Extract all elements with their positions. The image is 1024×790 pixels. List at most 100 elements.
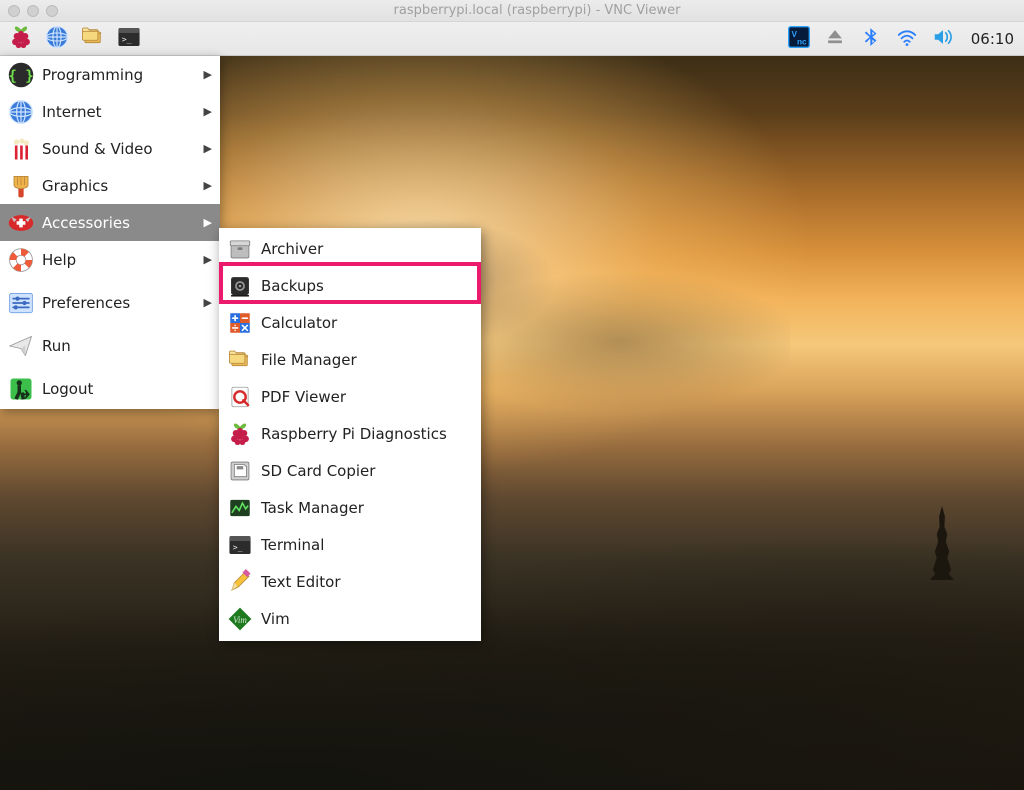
window-title: raspberrypi.local (raspberrypi) - VNC Vi… [58, 3, 1016, 18]
folders-icon [225, 345, 255, 375]
pencil-icon [225, 567, 255, 597]
tray-eject[interactable] [823, 27, 847, 51]
menu-item-sound-video[interactable]: Sound & Video ▶ [0, 130, 220, 167]
clock[interactable]: 06:10 [967, 30, 1014, 48]
submenu-item-vim[interactable]: Vim Vim [219, 600, 481, 637]
menu-item-programming[interactable]: { } Programming ▶ [0, 56, 220, 93]
raspberry-icon [8, 24, 34, 54]
terminal-icon: >_ [225, 530, 255, 560]
titlebar: raspberrypi.local (raspberrypi) - VNC Vi… [0, 0, 1024, 22]
archive-icon [225, 234, 255, 264]
submenu-item-file-manager[interactable]: File Manager [219, 341, 481, 378]
submenu-item-sd-card-copier[interactable]: SD Card Copier [219, 452, 481, 489]
menu-item-label: Programming [42, 66, 204, 84]
sliders-icon [6, 288, 36, 318]
menu-item-preferences[interactable]: Preferences ▶ [0, 284, 220, 321]
submenu-item-label: Task Manager [261, 499, 473, 517]
close-window-button[interactable] [8, 5, 20, 17]
remote-desktop[interactable]: >_ Vnc 06:10 { } Programming ▶ Internet ▶… [0, 22, 1024, 790]
taskman-icon [225, 493, 255, 523]
wifi-icon [896, 26, 918, 52]
menu-item-label: Logout [42, 380, 212, 398]
submenu-item-text-editor[interactable]: Text Editor [219, 563, 481, 600]
submenu-item-label: File Manager [261, 351, 473, 369]
launcher-web-browser[interactable] [42, 25, 72, 53]
menu-item-label: Internet [42, 103, 204, 121]
chevron-right-icon: ▶ [204, 216, 212, 229]
folders-icon [80, 24, 106, 54]
tray-bluetooth[interactable] [859, 27, 883, 51]
tray-vnc[interactable]: Vnc [787, 27, 811, 51]
menu-item-label: Run [42, 337, 212, 355]
globe-icon [6, 97, 36, 127]
paperplane-icon [6, 331, 36, 361]
taskbar-launchers: >_ [6, 25, 144, 53]
safe-icon [225, 271, 255, 301]
swiss-icon [6, 208, 36, 238]
menu-item-help[interactable]: Help ▶ [0, 241, 220, 278]
vim-icon: Vim [225, 604, 255, 634]
menu-item-internet[interactable]: Internet ▶ [0, 93, 220, 130]
taskbar-tray: Vnc 06:10 [787, 27, 1018, 51]
zoom-window-button[interactable] [46, 5, 58, 17]
chevron-right-icon: ▶ [204, 142, 212, 155]
globe-icon [44, 24, 70, 54]
window-controls [8, 5, 58, 17]
launcher-file-manager[interactable] [78, 25, 108, 53]
terminal-icon: >_ [116, 24, 142, 54]
submenu-item-label: Calculator [261, 314, 473, 332]
submenu-item-label: SD Card Copier [261, 462, 473, 480]
submenu-item-label: Vim [261, 610, 473, 628]
sdcard-icon [225, 456, 255, 486]
submenu-item-label: Backups [261, 277, 473, 295]
popcorn-icon [6, 134, 36, 164]
chevron-right-icon: ▶ [204, 68, 212, 81]
minimize-window-button[interactable] [27, 5, 39, 17]
submenu-item-calculator[interactable]: Calculator [219, 304, 481, 341]
submenu-item-diagnostics[interactable]: Raspberry Pi Diagnostics [219, 415, 481, 452]
accessories-submenu: Archiver Backups Calculator File Manager… [219, 228, 481, 641]
menu-item-label: Preferences [42, 294, 204, 312]
menu-item-logout[interactable]: Logout [0, 370, 220, 407]
calc-icon [225, 308, 255, 338]
submenu-item-label: PDF Viewer [261, 388, 473, 406]
eject-icon [824, 26, 846, 52]
brush-icon [6, 171, 36, 201]
submenu-item-archiver[interactable]: Archiver [219, 230, 481, 267]
menu-item-label: Sound & Video [42, 140, 204, 158]
bluetooth-icon [860, 26, 882, 52]
submenu-item-backups[interactable]: Backups [219, 267, 481, 304]
svg-text:{ }: { } [8, 68, 33, 84]
launcher-raspberry-menu[interactable] [6, 25, 36, 53]
submenu-item-label: Archiver [261, 240, 473, 258]
application-menu: { } Programming ▶ Internet ▶ Sound & Vid… [0, 56, 220, 409]
launcher-terminal[interactable]: >_ [114, 25, 144, 53]
submenu-item-label: Raspberry Pi Diagnostics [261, 425, 473, 443]
wallpaper-pagoda [930, 506, 954, 580]
exit-icon [6, 374, 36, 404]
svg-text:nc: nc [797, 37, 807, 46]
svg-text:>_: >_ [233, 541, 243, 551]
tray-volume[interactable] [931, 27, 955, 51]
taskbar: >_ Vnc 06:10 [0, 22, 1024, 56]
menu-item-graphics[interactable]: Graphics ▶ [0, 167, 220, 204]
tray-wifi[interactable] [895, 27, 919, 51]
chevron-right-icon: ▶ [204, 179, 212, 192]
chevron-right-icon: ▶ [204, 253, 212, 266]
menu-item-label: Accessories [42, 214, 204, 232]
menu-item-run[interactable]: Run [0, 327, 220, 364]
raspberry-icon [225, 419, 255, 449]
volume-icon [932, 26, 954, 52]
svg-text:>_: >_ [122, 33, 132, 43]
braces-icon: { } [6, 60, 36, 90]
svg-text:Vim: Vim [233, 615, 247, 625]
submenu-item-pdf-viewer[interactable]: PDF Viewer [219, 378, 481, 415]
vnc-icon: Vnc [788, 26, 810, 52]
menu-item-label: Graphics [42, 177, 204, 195]
pdf-icon [225, 382, 255, 412]
submenu-item-task-manager[interactable]: Task Manager [219, 489, 481, 526]
chevron-right-icon: ▶ [204, 296, 212, 309]
submenu-item-terminal[interactable]: >_ Terminal [219, 526, 481, 563]
menu-item-accessories[interactable]: Accessories ▶ [0, 204, 220, 241]
submenu-item-label: Text Editor [261, 573, 473, 591]
